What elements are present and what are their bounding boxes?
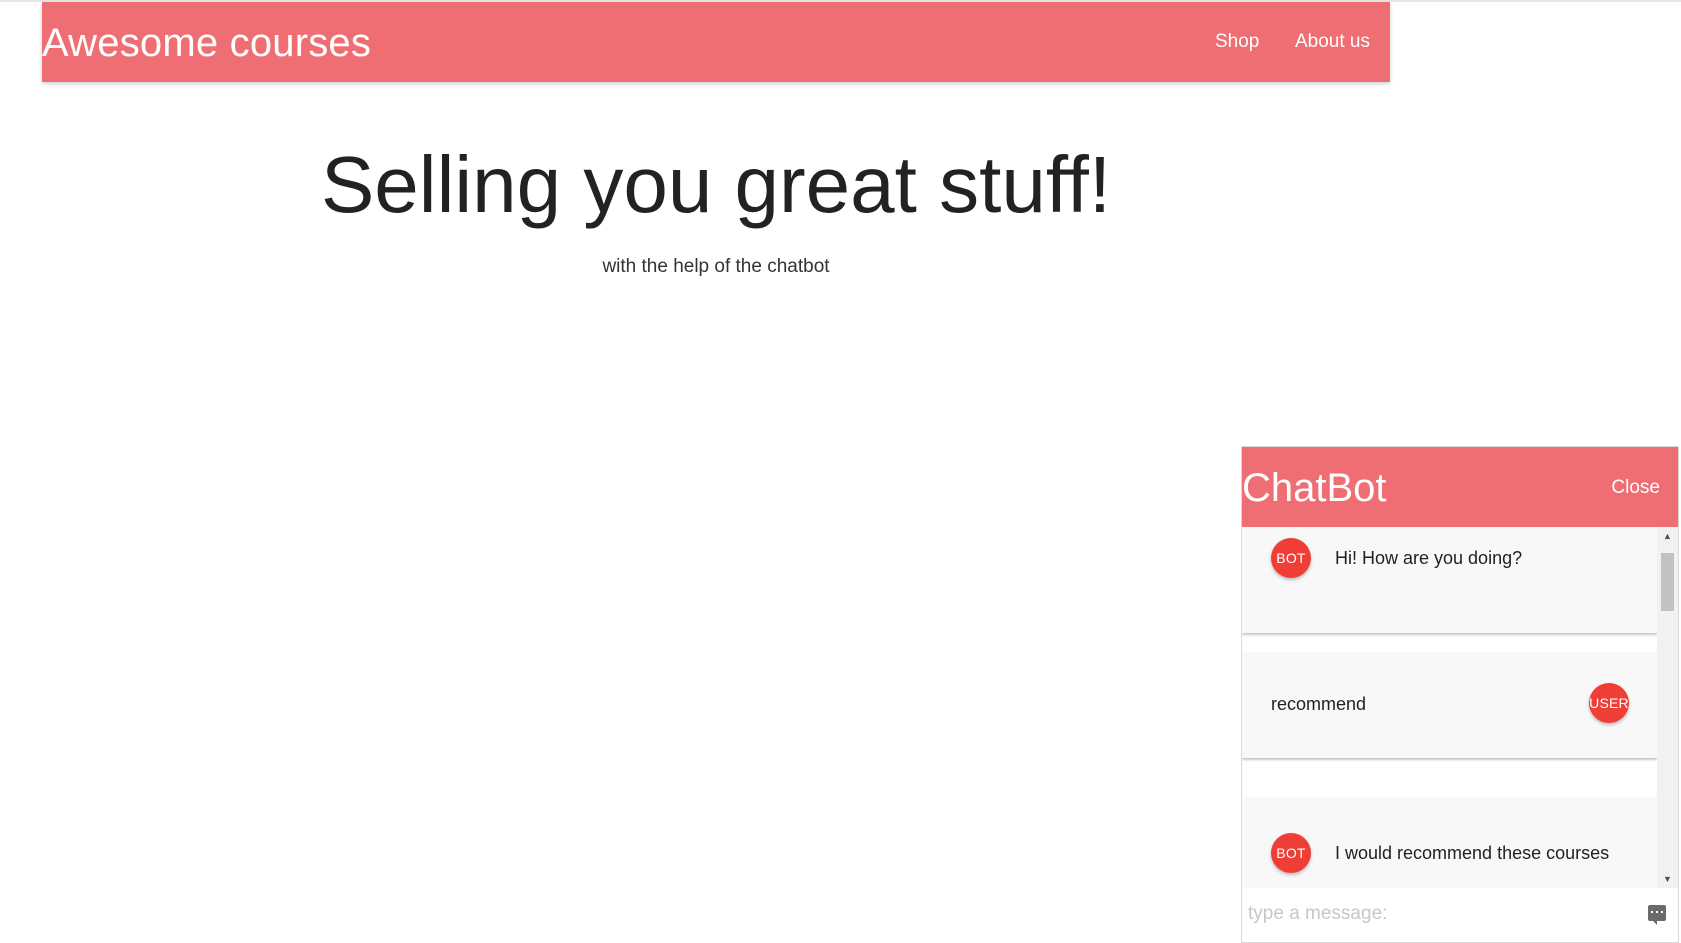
bot-avatar: BOT [1271,833,1311,873]
brand-title[interactable]: Awesome courses [42,19,371,67]
bot-avatar: BOT [1271,538,1311,578]
top-navbar: Awesome courses Shop About us [42,2,1390,82]
chat-message-user: recommend USER [1242,652,1657,758]
chat-message-text: recommend [1271,694,1367,714]
chat-close-button[interactable]: Close [1611,477,1660,499]
chat-message-list[interactable]: BOT Hi! How are you doing? recommend USE… [1242,527,1678,888]
chat-title: ChatBot [1242,466,1387,510]
nav-link-shop[interactable]: Shop [1215,30,1259,54]
scroll-up-arrow-icon[interactable]: ▲ [1657,527,1678,545]
hero-subtitle: with the help of the chatbot [602,256,830,277]
scrollbar-thumb[interactable] [1661,553,1674,611]
user-avatar: USER [1589,683,1629,723]
nav-link-about-us[interactable]: About us [1295,30,1370,54]
send-message-icon[interactable] [1648,905,1666,925]
chat-scrollbar[interactable]: ▲ ▼ [1657,527,1678,888]
chatbot-widget: ChatBot Close BOT Hi! How are you doing?… [1241,446,1679,943]
chat-header: ChatBot Close [1242,447,1678,527]
chat-message-bot: BOT Hi! How are you doing? [1242,527,1657,633]
chat-message-text: I would recommend these courses [1335,843,1610,863]
chat-message-bot: BOT I would recommend these courses [1242,797,1657,888]
hero-title: Selling you great stuff! [320,140,1112,229]
scroll-down-arrow-icon[interactable]: ▼ [1657,870,1678,888]
chat-message-input[interactable] [1246,896,1636,932]
chat-message-text: Hi! How are you doing? [1335,548,1523,568]
chat-input-area [1242,888,1678,942]
